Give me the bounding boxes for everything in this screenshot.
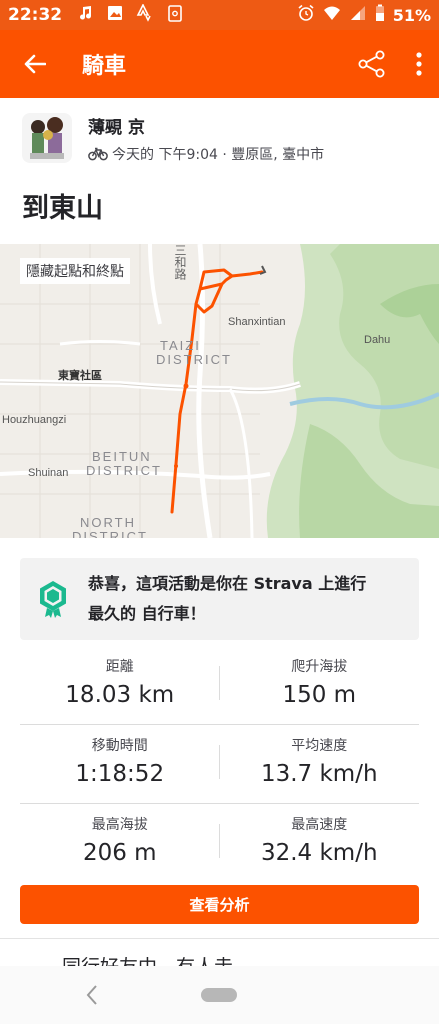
stat-label: 爬升海拔 bbox=[291, 659, 348, 675]
activity-title: 到東山 bbox=[22, 193, 103, 224]
group-activity-text: 同行好友中，有人走 bbox=[62, 954, 233, 966]
nav-back-icon[interactable] bbox=[84, 984, 100, 1006]
map-label-dahu: Dahu bbox=[364, 334, 391, 346]
map-label-houzhuangzi: Houzhuangzi bbox=[2, 414, 67, 426]
view-analysis-button[interactable]: 查看分析 bbox=[20, 885, 419, 924]
battery-icon bbox=[375, 4, 385, 26]
strava-icon bbox=[136, 3, 154, 26]
achievement-badge-icon bbox=[40, 581, 66, 618]
map-label-north-district: DISTRICT bbox=[72, 529, 148, 538]
notification-icons bbox=[76, 3, 184, 26]
stat-value: 18.03 km bbox=[65, 682, 175, 708]
activity-meta: 今天的 下午9:04 · 豐原區, 臺中市 bbox=[112, 146, 325, 163]
stat-label: 距離 bbox=[105, 659, 134, 675]
nav-home-pill[interactable] bbox=[201, 988, 237, 1002]
map-label-shuinan: Shuinan bbox=[28, 467, 69, 479]
stat-distance: 距離 18.03 km bbox=[20, 646, 220, 724]
achievement-line-1: 恭喜，這項活動是你在 Strava 上進行 bbox=[88, 574, 367, 593]
signal-icon bbox=[349, 4, 367, 26]
image-icon bbox=[106, 4, 124, 26]
music-note-icon bbox=[76, 4, 94, 26]
stat-label: 最高海拔 bbox=[91, 817, 148, 833]
battery-percent: 51% bbox=[392, 5, 431, 25]
bike-icon bbox=[88, 147, 108, 160]
stat-label: 移動時間 bbox=[91, 738, 148, 754]
more-vert-icon bbox=[416, 52, 422, 76]
stat-label: 最高速度 bbox=[291, 817, 348, 833]
wifi-icon bbox=[323, 4, 341, 26]
map-label-dongbao: 東寶社區 bbox=[58, 370, 102, 382]
section-divider bbox=[0, 938, 439, 939]
map-label-shanxintian: Shanxintian bbox=[228, 316, 286, 328]
stat-moving-time: 移動時間 1:18:52 bbox=[20, 725, 220, 803]
map-label-beitun-district: DISTRICT bbox=[86, 463, 162, 478]
stat-value: 32.4 km/h bbox=[260, 840, 378, 866]
map-label-taizi-district: DISTRICT bbox=[156, 352, 232, 367]
status-bar: 22:32 51% bbox=[0, 0, 439, 30]
stat-elevation-gain: 爬升海拔 150 m bbox=[220, 646, 420, 724]
stats-grid: 距離 18.03 km 爬升海拔 150 m 移動時間 1:18:52 平均速度… bbox=[20, 646, 419, 883]
back-button[interactable] bbox=[0, 30, 70, 98]
map-canvas bbox=[0, 244, 439, 538]
page-title: 騎車 bbox=[82, 54, 127, 79]
stat-value: 13.7 km/h bbox=[260, 761, 378, 787]
stat-avg-speed: 平均速度 13.7 km/h bbox=[220, 725, 420, 803]
stat-value: 150 m bbox=[282, 682, 357, 708]
athlete-header: 薄覡 京 今天的 下午9:04 · 豐原區, 臺中市 bbox=[0, 98, 439, 178]
share-icon bbox=[358, 50, 385, 78]
system-nav-bar bbox=[0, 966, 439, 1024]
map-label-beitun: BEITUN bbox=[92, 449, 152, 464]
stats-row: 移動時間 1:18:52 平均速度 13.7 km/h bbox=[20, 725, 419, 804]
route-map[interactable]: 隱藏起點和終點 三和路 Shanxintian Dahu TAIZI DISTR… bbox=[0, 244, 439, 538]
back-arrow-icon bbox=[24, 54, 46, 74]
alarm-icon bbox=[297, 4, 315, 26]
app-bar: 騎車 bbox=[0, 30, 439, 98]
map-label-north: NORTH bbox=[80, 515, 136, 530]
share-button[interactable] bbox=[345, 30, 399, 98]
stat-value: 206 m bbox=[82, 840, 157, 866]
stat-max-elevation: 最高海拔 206 m bbox=[20, 804, 220, 883]
clipboard-icon bbox=[166, 4, 184, 26]
more-options-button[interactable] bbox=[399, 30, 439, 98]
stat-max-speed: 最高速度 32.4 km/h bbox=[220, 804, 420, 883]
avatar[interactable] bbox=[22, 113, 72, 163]
athlete-name[interactable]: 薄覡 京 bbox=[88, 113, 324, 138]
stat-divider bbox=[219, 745, 220, 779]
stats-row: 最高海拔 206 m 最高速度 32.4 km/h bbox=[20, 804, 419, 883]
achievement-card[interactable]: 恭喜，這項活動是你在 Strava 上進行 最久的 自行車！ bbox=[20, 558, 419, 640]
stat-label: 平均速度 bbox=[291, 738, 348, 754]
stat-divider bbox=[219, 824, 220, 858]
map-label-taizi: TAIZI bbox=[160, 338, 201, 353]
stats-row: 距離 18.03 km 爬升海拔 150 m bbox=[20, 646, 419, 725]
stat-value: 1:18:52 bbox=[75, 761, 165, 787]
hide-endpoints-toggle[interactable]: 隱藏起點和終點 bbox=[20, 258, 130, 284]
stat-divider bbox=[219, 666, 220, 700]
system-icons: 51% bbox=[297, 4, 431, 26]
achievement-line-2: 最久的 自行車！ bbox=[88, 604, 206, 623]
status-time: 22:32 bbox=[8, 5, 63, 25]
map-label-road: 三和路 bbox=[173, 244, 187, 280]
